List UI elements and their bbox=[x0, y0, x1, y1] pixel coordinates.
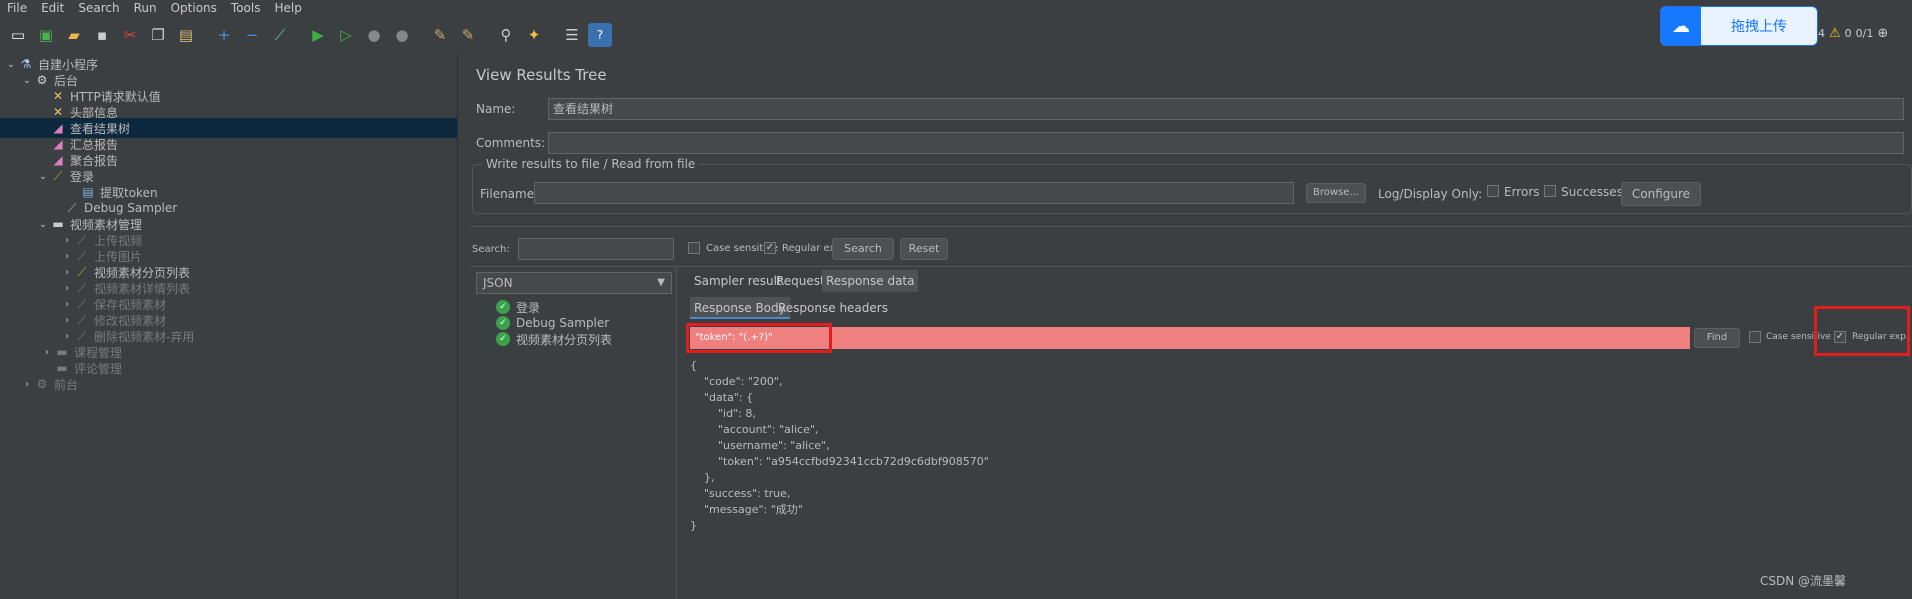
chevron-down-icon[interactable]: ⌄ bbox=[20, 75, 34, 86]
vertical-splitter[interactable] bbox=[457, 54, 465, 599]
case-sensitive-checkbox[interactable] bbox=[688, 242, 700, 254]
collapse-icon[interactable]: − bbox=[240, 23, 264, 47]
chevron-right-icon[interactable]: › bbox=[40, 347, 54, 358]
search-button[interactable]: Search bbox=[832, 238, 894, 260]
help-icon[interactable]: ? bbox=[588, 23, 612, 47]
copy-icon[interactable]: ❐ bbox=[146, 23, 170, 47]
chevron-right-icon[interactable]: › bbox=[60, 315, 74, 326]
success-icon: ✓ bbox=[496, 316, 510, 330]
menu-help[interactable]: Help bbox=[267, 0, 308, 16]
name-label: Name: bbox=[476, 102, 516, 116]
pipette-icon: ⟋ bbox=[53, 168, 63, 183]
save-icon[interactable]: ▪ bbox=[90, 23, 114, 47]
menu-run[interactable]: Run bbox=[127, 0, 164, 16]
clear-all-icon[interactable]: ✎ bbox=[456, 23, 480, 47]
view-results-tree-panel: View Results Tree Name: 查看结果树 Comments: … bbox=[466, 54, 1912, 599]
tab-response-headers[interactable]: Response headers bbox=[774, 297, 892, 319]
tree-node-frontend[interactable]: › ⚙ 前台 bbox=[20, 374, 78, 394]
test-plan-tree: ⌄ ⚗ 自建小程序 ⌄ ⚙ 后台 ✕ HTTP请求默认值 ✕ 头部信息 ◢ 查看… bbox=[0, 54, 457, 599]
expand-icon[interactable]: + bbox=[212, 23, 236, 47]
status-left-count: 4 bbox=[1818, 27, 1825, 40]
chevron-right-icon[interactable]: › bbox=[60, 235, 74, 246]
horizontal-splitter-top[interactable] bbox=[470, 226, 1910, 234]
success-icon: ✓ bbox=[496, 332, 510, 346]
open-icon[interactable]: ▰ bbox=[62, 23, 86, 47]
menu-search[interactable]: Search bbox=[71, 0, 126, 16]
page-title: View Results Tree bbox=[476, 66, 607, 84]
chevron-right-icon[interactable]: › bbox=[20, 379, 34, 390]
status-area: 4 ⚠ 0 0/1 ⊕ bbox=[1818, 26, 1888, 41]
chevron-down-icon[interactable]: ⌄ bbox=[4, 59, 18, 70]
comments-field[interactable] bbox=[548, 132, 1904, 154]
success-icon: ✓ bbox=[496, 300, 510, 314]
filename-label: Filename bbox=[480, 187, 535, 201]
chevron-right-icon[interactable]: › bbox=[60, 251, 74, 262]
chevron-down-icon[interactable]: ⌄ bbox=[36, 219, 50, 230]
cloud-icon: ☁ bbox=[1661, 7, 1701, 45]
find-case-sensitive-checkbox[interactable] bbox=[1749, 331, 1761, 343]
chevron-right-icon[interactable]: › bbox=[60, 299, 74, 310]
log-display-label: Log/Display Only: bbox=[1378, 187, 1483, 201]
watermark: CSDN @流墨馨 bbox=[1760, 574, 1847, 588]
search-icon[interactable]: ⚲ bbox=[494, 23, 518, 47]
search-label: Search: bbox=[472, 244, 510, 255]
pane-divider bbox=[676, 266, 677, 599]
reset-button[interactable]: Reset bbox=[900, 238, 948, 260]
cloud-upload-widget[interactable]: ☁ 拖拽上传 bbox=[1660, 6, 1818, 46]
chevron-right-icon[interactable]: › bbox=[60, 283, 74, 294]
regular-exp-checkbox[interactable]: ✓ bbox=[764, 242, 776, 254]
templates-icon[interactable]: ▣ bbox=[34, 23, 58, 47]
clear-icon[interactable]: ✎ bbox=[428, 23, 452, 47]
toggle-icon[interactable]: ⟋ bbox=[268, 23, 292, 47]
name-field[interactable]: 查看结果树 bbox=[548, 98, 1904, 120]
menu-tools[interactable]: Tools bbox=[224, 0, 268, 16]
configure-button[interactable]: Configure bbox=[1621, 182, 1701, 206]
filename-field[interactable] bbox=[534, 182, 1294, 204]
menu-edit[interactable]: Edit bbox=[34, 0, 71, 16]
gear-icon: ⚙ bbox=[36, 73, 48, 87]
chevron-down-icon[interactable]: ⌄ bbox=[36, 171, 50, 182]
comments-label: Comments: bbox=[476, 136, 546, 150]
warning-icon: ⚠ bbox=[1829, 26, 1841, 41]
chevron-right-icon[interactable]: › bbox=[60, 331, 74, 342]
search-input[interactable] bbox=[518, 238, 674, 260]
browse-button[interactable]: Browse... bbox=[1306, 183, 1366, 203]
paste-icon[interactable]: ▤ bbox=[174, 23, 198, 47]
highlight-box-find bbox=[686, 323, 832, 353]
horizontal-splitter-bottom[interactable] bbox=[470, 266, 1910, 274]
write-results-title: Write results to file / Read from file bbox=[482, 157, 700, 171]
tab-response-data[interactable]: Response data bbox=[822, 270, 919, 292]
errors-checkbox[interactable] bbox=[1487, 185, 1499, 197]
chevron-right-icon[interactable]: › bbox=[60, 267, 74, 278]
chevron-down-icon: ▼ bbox=[657, 277, 665, 288]
find-button[interactable]: Find bbox=[1694, 328, 1740, 348]
cut-icon[interactable]: ✂ bbox=[118, 23, 142, 47]
function-helper-icon[interactable]: ☰ bbox=[560, 23, 584, 47]
menu-options[interactable]: Options bbox=[164, 0, 224, 16]
renderer-select[interactable]: JSON ▼ bbox=[476, 272, 672, 294]
tab-request[interactable]: Request bbox=[772, 270, 829, 292]
successes-checkbox[interactable] bbox=[1544, 185, 1556, 197]
new-icon[interactable]: ▭ bbox=[6, 23, 30, 47]
start-icon[interactable]: ▶ bbox=[306, 23, 330, 47]
start-no-pause-icon[interactable]: ▷ bbox=[334, 23, 358, 47]
highlight-box-regex bbox=[1814, 306, 1910, 356]
response-body-json: { "code": "200", "data": { "id": 8, "acc… bbox=[690, 359, 989, 532]
cloud-upload-button[interactable]: 拖拽上传 bbox=[1701, 16, 1817, 36]
thread-count: 0/1 bbox=[1855, 27, 1874, 40]
errors-label: Errors bbox=[1504, 185, 1540, 199]
menu-bar: File Edit Search Run Options Tools Help bbox=[0, 0, 1912, 16]
gear-icon: ⚙ bbox=[36, 377, 48, 391]
successes-label: Successes bbox=[1561, 185, 1623, 199]
toolbar: ▭ ▣ ▰ ▪ ✂ ❐ ▤ + − ⟋ ▶ ▷ ● ● ✎ ✎ ⚲ ✦ ☰ ? bbox=[0, 17, 1912, 53]
menu-file[interactable]: File bbox=[0, 0, 34, 16]
find-input[interactable]: "token": "(.+?)" bbox=[690, 327, 1690, 349]
warning-count: 0 bbox=[1844, 27, 1852, 40]
stop-icon[interactable]: ● bbox=[362, 23, 386, 47]
shutdown-icon[interactable]: ● bbox=[390, 23, 414, 47]
reset-search-icon[interactable]: ✦ bbox=[522, 23, 546, 47]
result-item-video-page-list[interactable]: ✓ 视频素材分页列表 bbox=[496, 330, 612, 348]
results-list-pane: JSON ▼ ✓ 登录 ✓ Debug Sampler ✓ 视频素材分页列表 bbox=[466, 266, 672, 599]
globe-icon: ⊕ bbox=[1877, 26, 1889, 41]
